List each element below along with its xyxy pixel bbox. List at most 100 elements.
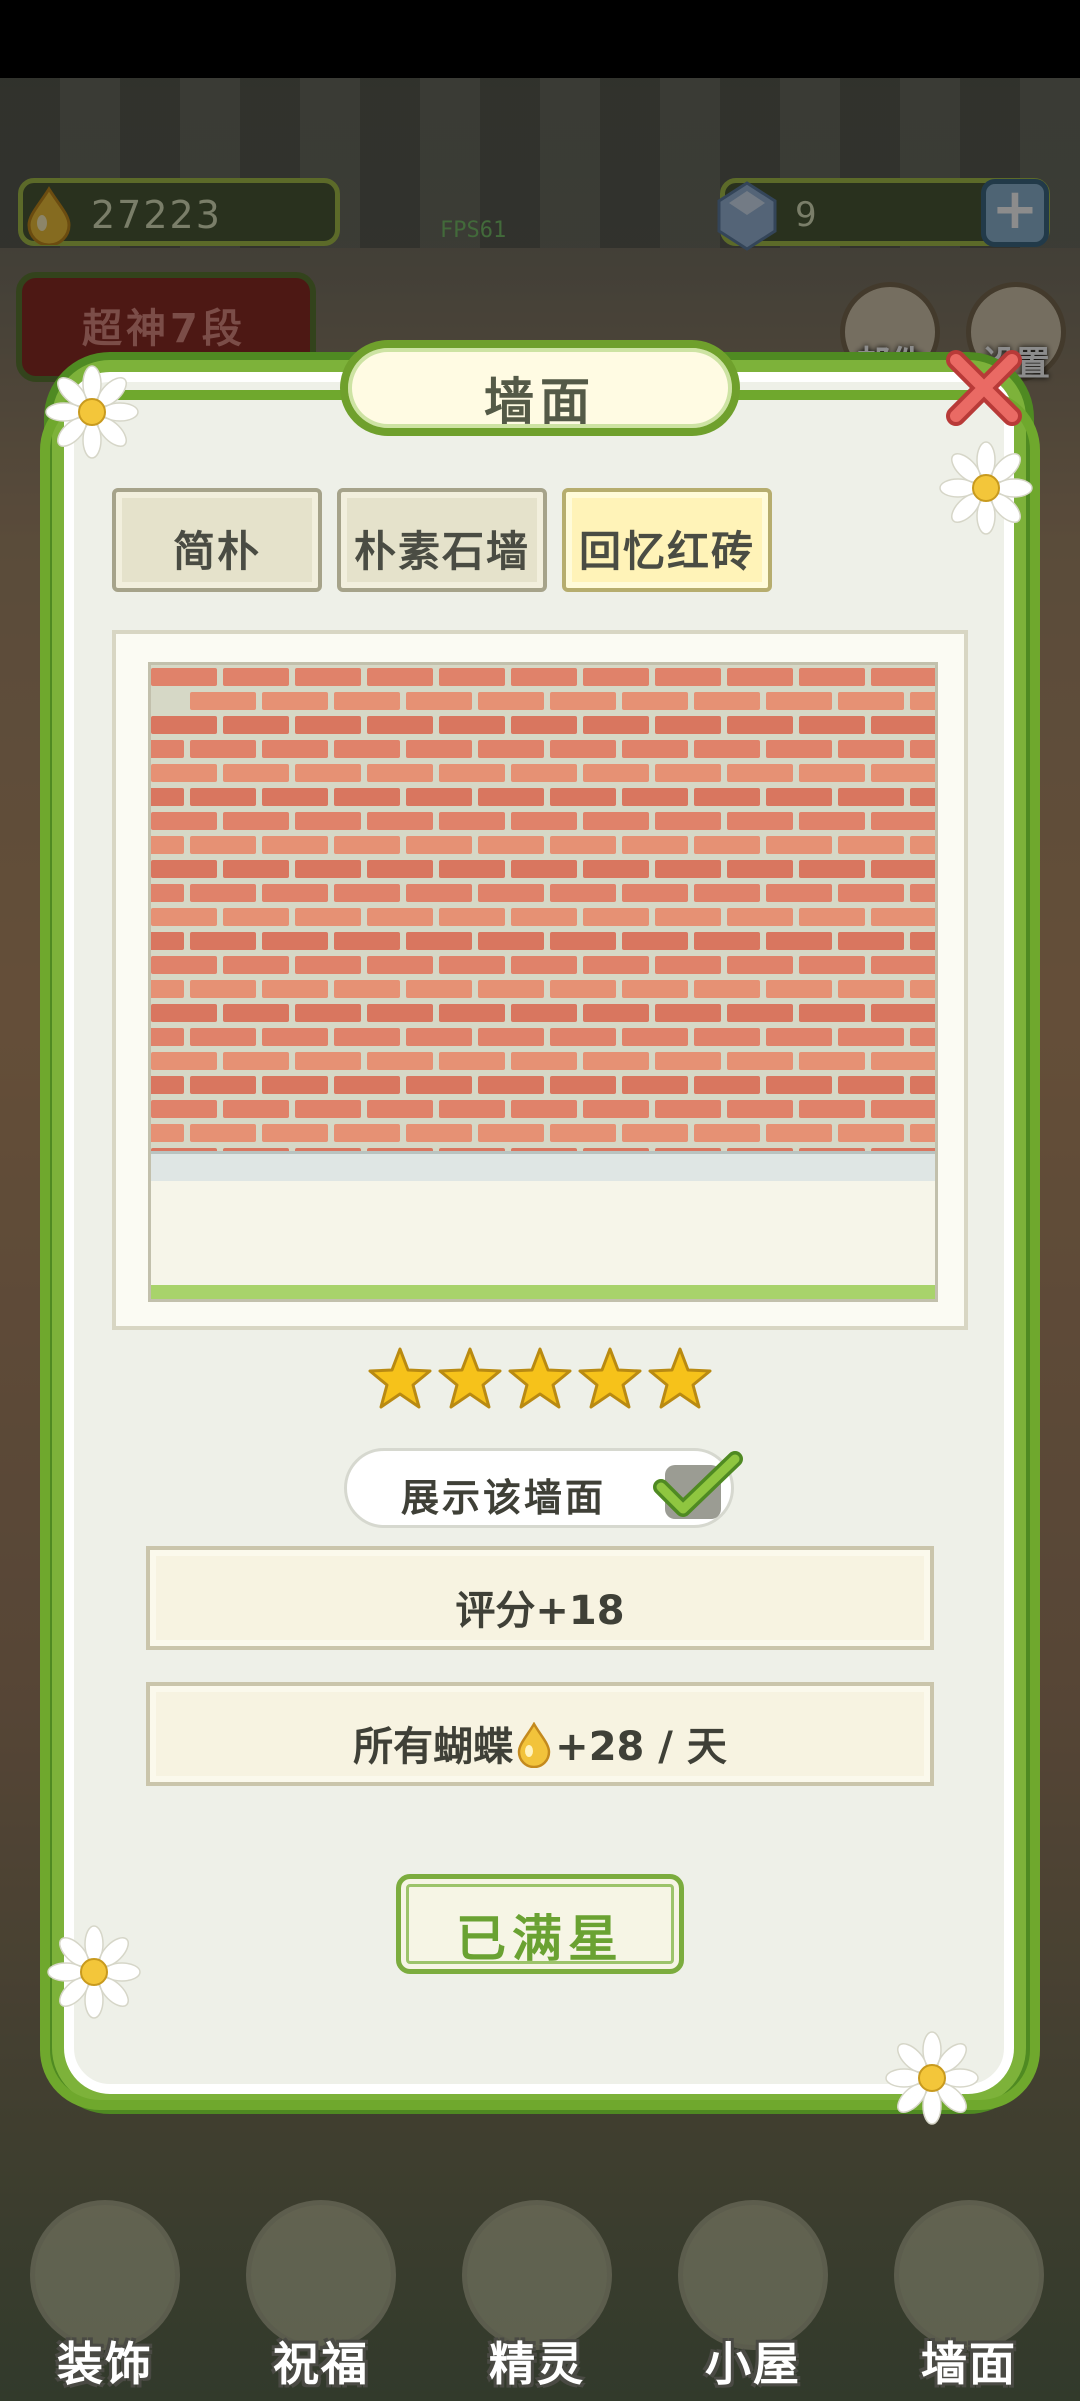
brick [799, 1100, 865, 1118]
brick [511, 1004, 577, 1022]
brick [151, 1100, 217, 1118]
brick [367, 1100, 433, 1118]
brick [910, 884, 935, 902]
brick [478, 932, 544, 950]
brick [655, 956, 721, 974]
brick [223, 716, 289, 734]
brick [583, 1052, 649, 1070]
brick [190, 884, 256, 902]
brick [367, 908, 433, 926]
brick [511, 860, 577, 878]
brick [478, 1028, 544, 1046]
brick [406, 932, 472, 950]
nav-wall[interactable]: 墙面 [884, 2180, 1054, 2391]
maxed-stars-button[interactable]: 已满星 [396, 1874, 684, 1974]
brick [151, 692, 184, 710]
nav-sprite[interactable]: 精灵 [452, 2180, 622, 2391]
daisy-decoration [939, 441, 1033, 535]
brick [439, 1004, 505, 1022]
brick [766, 884, 832, 902]
brick [766, 932, 832, 950]
brick [583, 956, 649, 974]
star-icon [368, 1347, 432, 1409]
nav-label: 祝福 [273, 2337, 369, 2391]
brick [223, 908, 289, 926]
tab-label: 朴素石墙 [353, 527, 530, 576]
nav-decor[interactable]: 装饰 [20, 2180, 190, 2391]
brick [295, 1100, 361, 1118]
nav-cottage[interactable]: 小屋 [668, 2180, 838, 2391]
brick [190, 980, 256, 998]
brick [262, 788, 328, 806]
tab-simple[interactable]: 简朴 [112, 488, 322, 592]
tab-plain-stone-wall[interactable]: 朴素石墙 [337, 488, 547, 592]
brick [295, 812, 361, 830]
brick [190, 788, 256, 806]
brick [550, 932, 616, 950]
brick [550, 980, 616, 998]
brick [367, 1004, 433, 1022]
brick [511, 812, 577, 830]
brick [871, 908, 935, 926]
checkmark-icon [653, 1451, 743, 1517]
brick [838, 1028, 904, 1046]
brick [439, 908, 505, 926]
brick [439, 956, 505, 974]
brick [511, 668, 577, 686]
brick [262, 980, 328, 998]
brick [766, 1028, 832, 1046]
brick [694, 884, 760, 902]
show-wall-toggle[interactable]: 展示该墙面 [344, 1448, 743, 1528]
brick [439, 716, 505, 734]
brick [799, 764, 865, 782]
brick [871, 956, 935, 974]
tab-label: 简朴 [172, 527, 261, 576]
tab-memory-red-brick[interactable]: 回忆红砖 [562, 488, 772, 592]
brick [334, 740, 400, 758]
brick [334, 836, 400, 854]
brick [838, 692, 904, 710]
brick [151, 956, 217, 974]
wall-preview [112, 630, 968, 1330]
brick [262, 740, 328, 758]
brick [151, 884, 184, 902]
brick [766, 692, 832, 710]
brick [511, 764, 577, 782]
brick [871, 1100, 935, 1118]
brick [622, 1076, 688, 1094]
brick [334, 884, 400, 902]
brick [655, 716, 721, 734]
brick [295, 860, 361, 878]
brick [295, 956, 361, 974]
brick [334, 1076, 400, 1094]
brick [190, 836, 256, 854]
brick [406, 692, 472, 710]
brick [190, 740, 256, 758]
brick [295, 908, 361, 926]
brick [838, 1124, 904, 1142]
brick [910, 692, 935, 710]
bottom-nav: 装饰 祝福 精灵 小屋 墙面 [0, 2150, 1080, 2401]
brick [151, 764, 217, 782]
brick [655, 1004, 721, 1022]
brick [838, 788, 904, 806]
brick [766, 1076, 832, 1094]
brick [334, 932, 400, 950]
close-icon[interactable] [936, 340, 1032, 436]
brick [838, 884, 904, 902]
brick [622, 980, 688, 998]
brick [151, 812, 217, 830]
brick [367, 860, 433, 878]
brick [478, 836, 544, 854]
brick [622, 788, 688, 806]
brick [622, 836, 688, 854]
brick [151, 908, 217, 926]
brick [295, 764, 361, 782]
butterfly-suffix: +28 / 天 [555, 1724, 727, 1770]
brick [727, 860, 793, 878]
brick [910, 1028, 935, 1046]
brick [910, 1076, 935, 1094]
brick [871, 716, 935, 734]
brick [223, 668, 289, 686]
nav-blessing[interactable]: 祝福 [236, 2180, 406, 2391]
